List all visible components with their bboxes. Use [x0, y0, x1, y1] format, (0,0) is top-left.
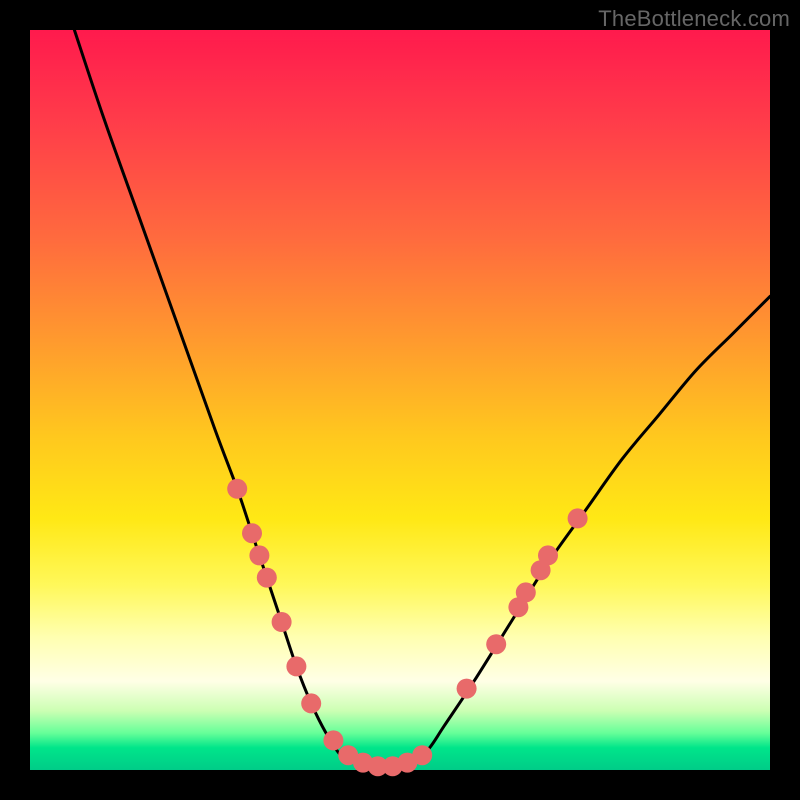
marker-dot — [516, 582, 536, 602]
chart-frame: TheBottleneck.com — [0, 0, 800, 800]
marker-dot — [323, 730, 343, 750]
marker-dot — [257, 568, 277, 588]
bottleneck-curve — [74, 30, 770, 771]
plot-area — [30, 30, 770, 770]
marker-dot — [286, 656, 306, 676]
curve-svg — [30, 30, 770, 770]
marker-dot — [486, 634, 506, 654]
marker-dot — [457, 679, 477, 699]
marker-dot — [568, 508, 588, 528]
marker-dot — [227, 479, 247, 499]
marker-dot — [538, 545, 558, 565]
marker-dot — [272, 612, 292, 632]
marker-group — [227, 479, 587, 777]
watermark-text: TheBottleneck.com — [598, 6, 790, 32]
marker-dot — [242, 523, 262, 543]
marker-dot — [301, 693, 321, 713]
marker-dot — [249, 545, 269, 565]
marker-dot — [412, 745, 432, 765]
